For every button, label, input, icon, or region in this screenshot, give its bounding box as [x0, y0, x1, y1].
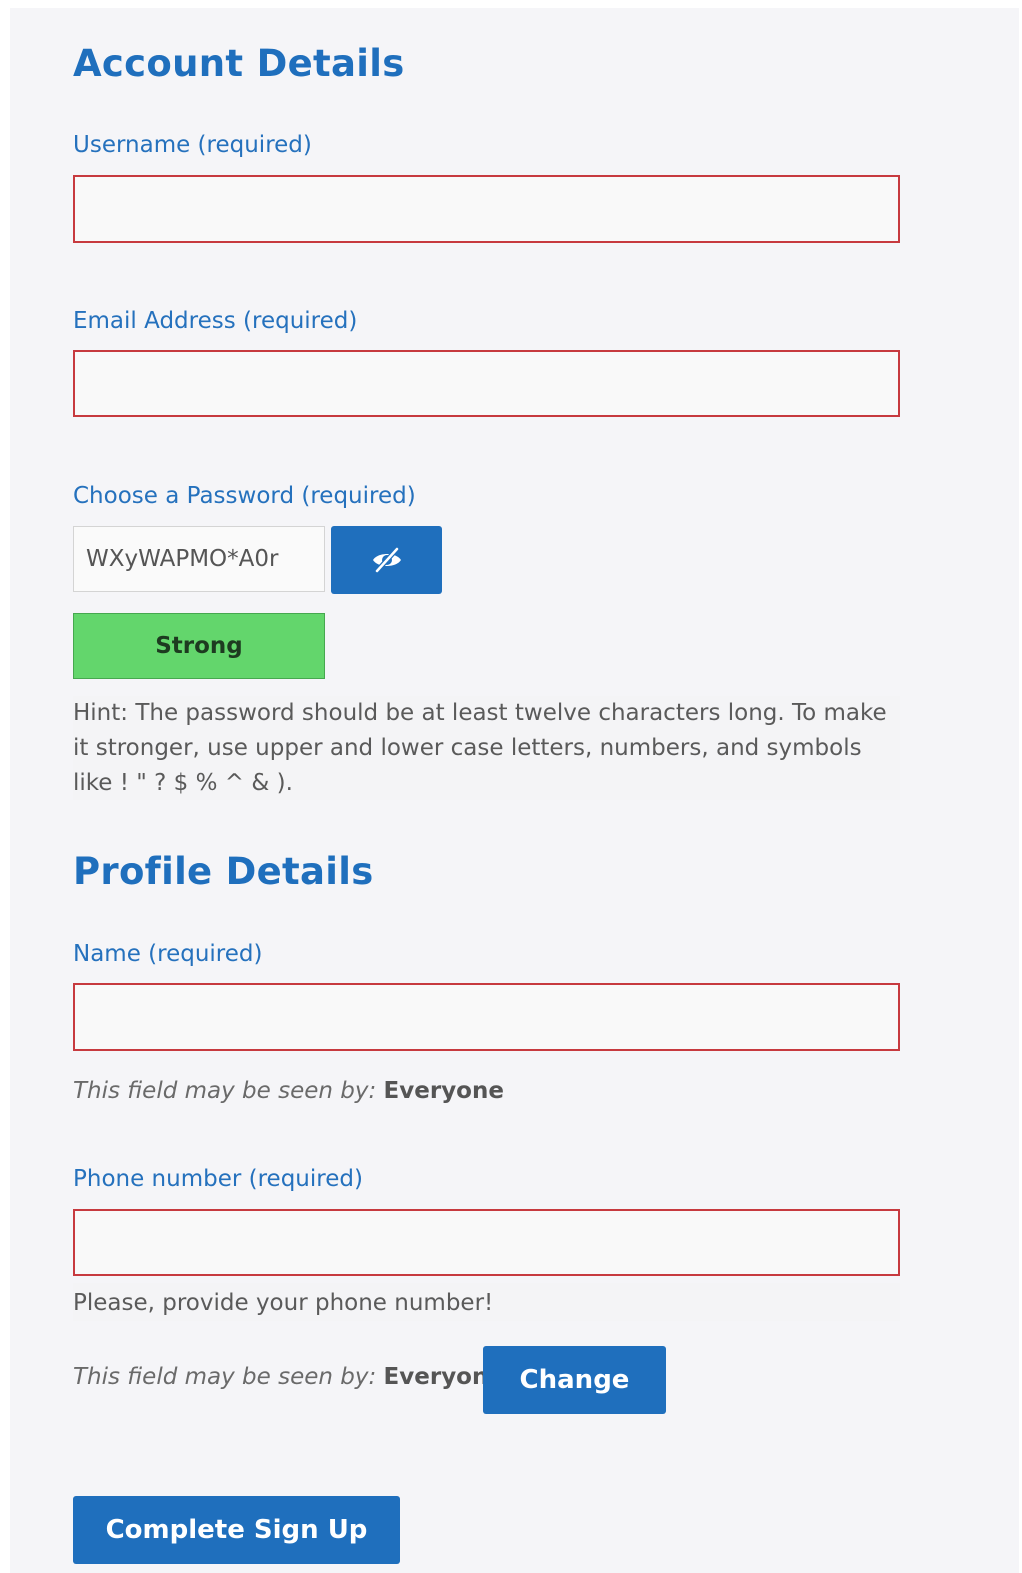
profile-details-heading: Profile Details	[73, 850, 374, 893]
visibility-prefix: This field may be seen by:	[73, 1078, 377, 1104]
email-label: Email Address (required)	[73, 308, 358, 334]
name-label: Name (required)	[73, 941, 263, 967]
password-hint: Hint: The password should be at least tw…	[73, 696, 900, 800]
change-visibility-button[interactable]: Change	[483, 1346, 666, 1414]
password-label: Choose a Password (required)	[73, 483, 416, 509]
email-input[interactable]	[73, 350, 900, 417]
username-input[interactable]	[73, 175, 900, 243]
phone-description: Please, provide your phone number!	[73, 1283, 900, 1321]
visibility-level: Everyone	[383, 1078, 504, 1104]
password-visibility-toggle[interactable]	[331, 526, 442, 594]
password-input[interactable]	[73, 526, 325, 592]
username-label: Username (required)	[73, 132, 312, 158]
name-visibility-note: This field may be seen by: Everyone	[73, 1078, 504, 1104]
phone-label: Phone number (required)	[73, 1166, 363, 1192]
password-strength-indicator: Strong	[73, 613, 325, 679]
eye-slash-icon	[370, 546, 404, 574]
phone-input[interactable]	[73, 1209, 900, 1276]
visibility-prefix: This field may be seen by:	[73, 1364, 377, 1390]
phone-visibility-note: This field may be seen by: Everyone	[73, 1364, 504, 1390]
complete-sign-up-button[interactable]: Complete Sign Up	[73, 1496, 400, 1564]
name-input[interactable]	[73, 983, 900, 1051]
account-details-heading: Account Details	[73, 42, 405, 85]
